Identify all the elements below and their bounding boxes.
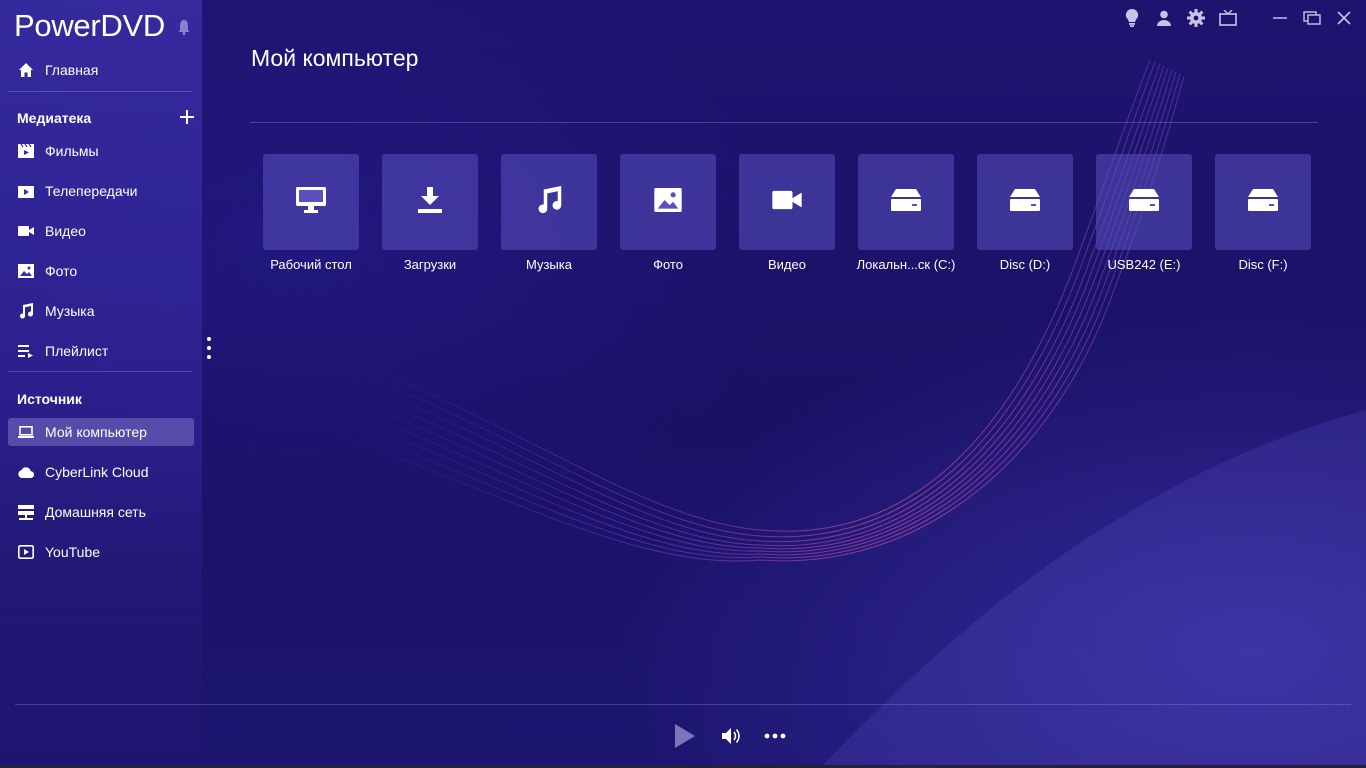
drive-icon bbox=[1129, 188, 1159, 216]
home-icon bbox=[17, 61, 35, 79]
sidebar-item-home-network[interactable]: Домашняя сеть bbox=[8, 498, 194, 526]
sidebar-divider bbox=[8, 91, 192, 92]
user-icon[interactable] bbox=[1154, 8, 1174, 28]
sidebar-item-label: Фильмы bbox=[45, 143, 99, 159]
sidebar-item-my-computer[interactable]: Мой компьютер bbox=[8, 418, 194, 446]
music-note-icon bbox=[17, 302, 35, 320]
background-wave bbox=[0, 0, 1366, 768]
player-divider bbox=[15, 704, 1351, 705]
tile-label: Disc (D:) bbox=[999, 257, 1051, 272]
sidebar-item-label: Плейлист bbox=[45, 343, 109, 359]
sidebar-item-video[interactable]: Видео bbox=[8, 217, 194, 245]
home-network-icon bbox=[17, 503, 35, 521]
minimize-icon[interactable] bbox=[1270, 8, 1290, 28]
sidebar-item-movies[interactable]: Фильмы bbox=[8, 137, 194, 165]
sidebar-item-label: Фото bbox=[45, 263, 78, 279]
sidebar-item-label: CyberLink Cloud bbox=[45, 464, 149, 480]
more-options-icon[interactable] bbox=[763, 729, 787, 743]
library-header: Медиатека bbox=[17, 110, 92, 126]
sidebar-item-cyberlink-cloud[interactable]: CyberLink Cloud bbox=[8, 458, 194, 486]
play-icon[interactable] bbox=[672, 722, 698, 750]
sidebar-item-music[interactable]: Музыка bbox=[8, 297, 194, 325]
tile-video[interactable] bbox=[739, 154, 835, 250]
drive-icon bbox=[1010, 188, 1040, 216]
lightbulb-icon[interactable] bbox=[1122, 8, 1142, 28]
main-divider bbox=[250, 122, 1318, 123]
tile-drive-c[interactable] bbox=[858, 154, 954, 250]
photo-icon bbox=[654, 187, 682, 217]
tile-label: USB242 (E:) bbox=[1107, 257, 1181, 272]
add-library-button[interactable] bbox=[180, 110, 194, 124]
tile-label: Загрузки bbox=[403, 257, 457, 272]
page-title: Мой компьютер bbox=[251, 45, 419, 71]
settings-gear-icon[interactable] bbox=[1186, 8, 1206, 28]
photo-icon bbox=[17, 262, 35, 280]
sidebar: PowerDVD Главная Медиатека Фильмы Телепе… bbox=[0, 0, 202, 768]
sidebar-item-label: Главная bbox=[45, 62, 99, 78]
video-camera-icon bbox=[772, 189, 802, 216]
sidebar-item-photo[interactable]: Фото bbox=[8, 257, 194, 285]
tile-photo[interactable] bbox=[620, 154, 716, 250]
sidebar-item-label: Музыка bbox=[45, 303, 95, 319]
sidebar-divider bbox=[8, 371, 192, 372]
app-title: PowerDVD bbox=[14, 8, 165, 43]
drive-icon bbox=[891, 188, 921, 216]
tile-label: Рабочий стол bbox=[270, 257, 352, 272]
tile-label: Локальн...ск (C:) bbox=[856, 257, 956, 272]
tile-drive-e[interactable] bbox=[1096, 154, 1192, 250]
playlist-icon bbox=[17, 342, 35, 360]
volume-icon[interactable] bbox=[720, 725, 744, 747]
tile-desktop[interactable] bbox=[263, 154, 359, 250]
download-icon bbox=[418, 186, 442, 218]
sidebar-item-label: Видео bbox=[45, 223, 86, 239]
tile-label: Видео bbox=[768, 257, 806, 272]
tile-drive-f[interactable] bbox=[1215, 154, 1311, 250]
sidebar-item-label: YouTube bbox=[45, 544, 101, 560]
sidebar-item-label: Мой компьютер bbox=[45, 424, 147, 440]
sidebar-item-tv-shows[interactable]: Телепередачи bbox=[8, 177, 194, 205]
tile-label: Disc (F:) bbox=[1238, 257, 1288, 272]
laptop-icon bbox=[17, 423, 35, 441]
film-icon bbox=[17, 142, 35, 160]
sidebar-item-youtube[interactable]: YouTube bbox=[8, 538, 194, 566]
wave-decoration bbox=[299, 59, 1366, 768]
tile-label: Фото bbox=[653, 257, 683, 272]
sidebar-item-home[interactable]: Главная bbox=[8, 56, 194, 84]
tile-music[interactable] bbox=[501, 154, 597, 250]
bell-icon[interactable] bbox=[178, 19, 190, 35]
desktop-monitor-icon bbox=[296, 186, 326, 218]
sidebar-resize-handle[interactable] bbox=[206, 336, 212, 360]
tile-drive-d[interactable] bbox=[977, 154, 1073, 250]
tv-mode-icon[interactable] bbox=[1218, 8, 1238, 28]
youtube-icon bbox=[17, 543, 35, 561]
cloud-icon bbox=[17, 463, 35, 481]
close-icon[interactable] bbox=[1334, 8, 1354, 28]
tile-label: Музыка bbox=[526, 257, 572, 272]
sidebar-item-label: Домашняя сеть bbox=[45, 504, 146, 520]
source-header: Источник bbox=[17, 391, 82, 407]
tile-downloads[interactable] bbox=[382, 154, 478, 250]
restore-icon[interactable] bbox=[1302, 8, 1322, 28]
music-note-icon bbox=[535, 185, 563, 219]
video-camera-icon bbox=[17, 222, 35, 240]
sidebar-item-label: Телепередачи bbox=[45, 183, 138, 199]
drive-icon bbox=[1248, 188, 1278, 216]
sidebar-item-playlist[interactable]: Плейлист bbox=[8, 337, 194, 365]
tv-show-icon bbox=[17, 182, 35, 200]
